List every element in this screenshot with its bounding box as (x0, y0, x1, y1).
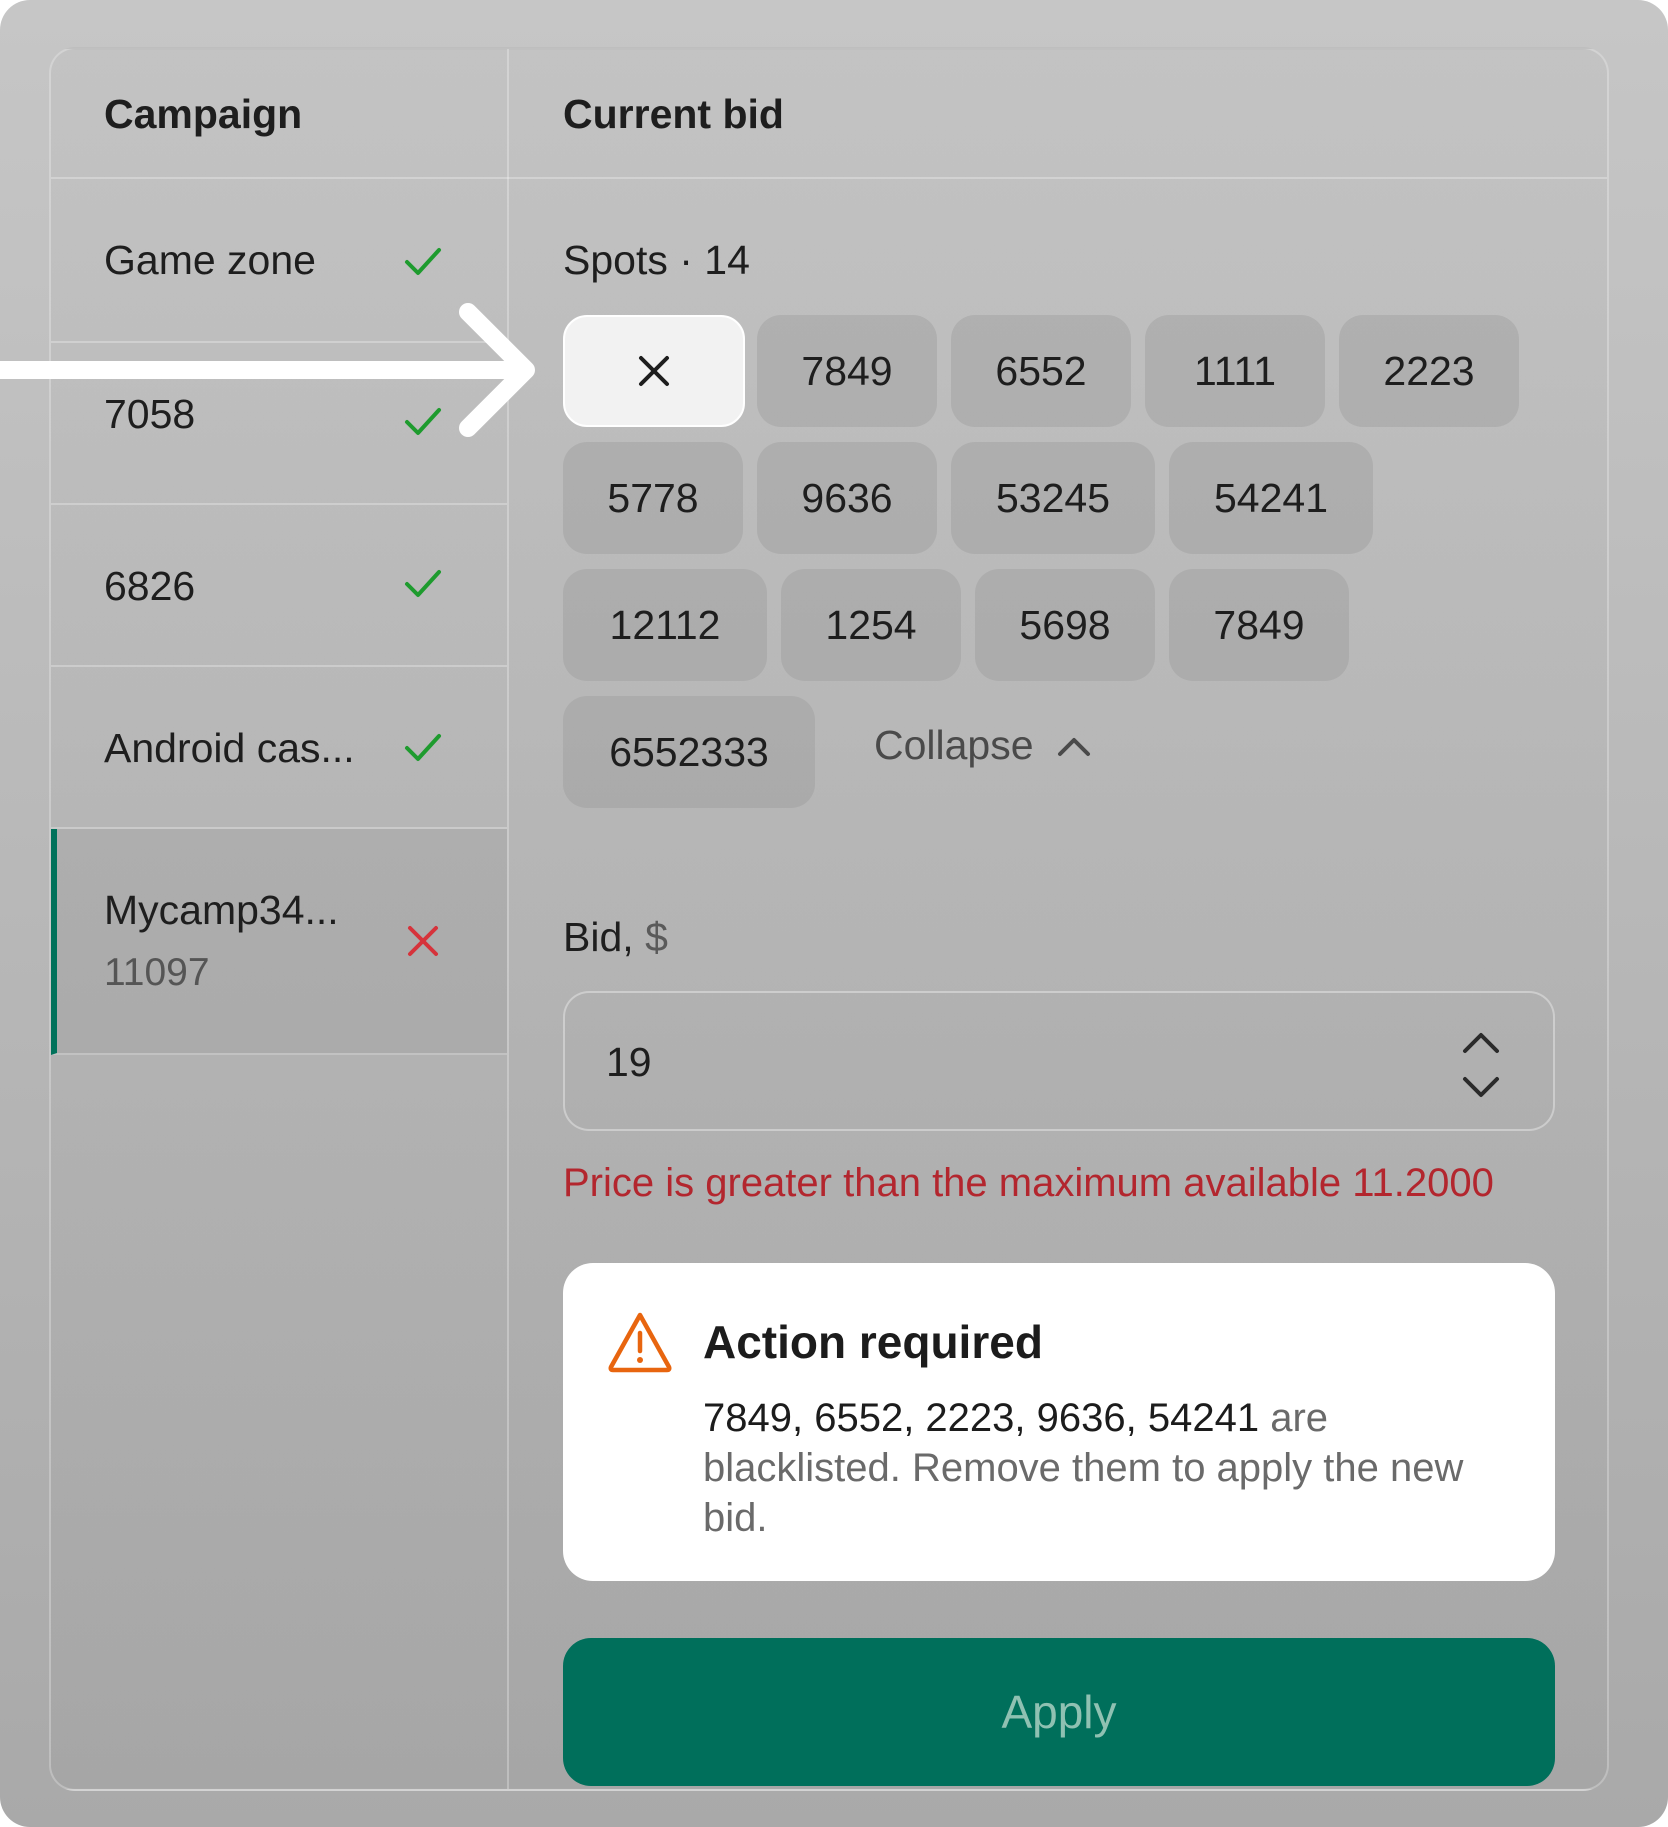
campaign-name: Mycamp34... (104, 887, 339, 933)
alert-message: 7849, 6552, 2223, 9636, 54241 are blackl… (703, 1393, 1523, 1543)
bid-label-text: Bid, (563, 914, 634, 960)
spot-chip[interactable]: 7849 (1169, 569, 1349, 681)
spot-chip[interactable]: 6552 (951, 315, 1131, 427)
spot-chip[interactable]: 12112 (563, 569, 767, 681)
campaign-item-android[interactable]: Android cas... (51, 667, 507, 829)
bid-value: 19 (606, 1039, 652, 1085)
chevron-up-icon (1057, 737, 1090, 756)
cross-icon (408, 926, 438, 956)
campaign-item-6826[interactable]: 6826 (51, 505, 507, 667)
bid-currency: $ (645, 914, 668, 960)
spot-chip[interactable]: 5778 (563, 442, 743, 554)
spot-chip[interactable]: 9636 (757, 442, 937, 554)
arrow-pointer-icon (0, 303, 535, 437)
spot-chip[interactable]: 7849 (757, 315, 937, 427)
alert-title: Action required (703, 1316, 1043, 1368)
collapse-label: Collapse (874, 722, 1034, 768)
campaign-name: 6826 (104, 563, 196, 609)
table-header: Campaign Current bid (51, 49, 1607, 179)
campaign-column-header: Campaign (104, 91, 303, 137)
warning-triangle-icon (608, 1312, 672, 1373)
close-icon (639, 356, 669, 386)
collapse-spots-button[interactable]: Collapse (874, 722, 1092, 769)
spot-chip[interactable]: 2223 (1339, 315, 1519, 427)
checkmark-icon (405, 570, 441, 597)
bid-error-message: Price is greater than the maximum availa… (563, 1161, 1494, 1205)
campaign-name: Game zone (104, 237, 316, 283)
blacklisted-spot-ids: 7849, 6552, 2223, 9636, 54241 (703, 1396, 1260, 1440)
spot-chip[interactable]: 6552333 (563, 696, 815, 808)
current-bid-column-header: Current bid (563, 91, 784, 137)
campaign-name: Android cas... (104, 725, 355, 771)
bid-label: Bid, $ (563, 914, 668, 961)
campaign-item-mycamp34[interactable]: Mycamp34... 11097 (51, 829, 507, 1055)
checkmark-icon (405, 248, 441, 275)
spot-chip[interactable]: 5698 (975, 569, 1155, 681)
checkmark-icon (405, 734, 441, 761)
remove-spots-button[interactable] (563, 315, 745, 427)
bid-stepper[interactable] (1459, 1029, 1503, 1101)
spot-chip[interactable]: 1111 (1145, 315, 1325, 427)
bid-input[interactable]: 19 (563, 991, 1555, 1131)
spot-chip[interactable]: 53245 (951, 442, 1155, 554)
spot-chip[interactable]: 1254 (781, 569, 961, 681)
spot-chip[interactable]: 54241 (1169, 442, 1373, 554)
apply-button[interactable]: Apply (563, 1638, 1555, 1786)
spots-count-label: Spots · 14 (563, 237, 750, 283)
action-required-alert: Action required 7849, 6552, 2223, 9636, … (563, 1263, 1555, 1581)
screenshot-frame: Campaign Current bid Game zone 7058 6826… (0, 0, 1668, 1827)
campaign-id: 11097 (104, 951, 210, 994)
